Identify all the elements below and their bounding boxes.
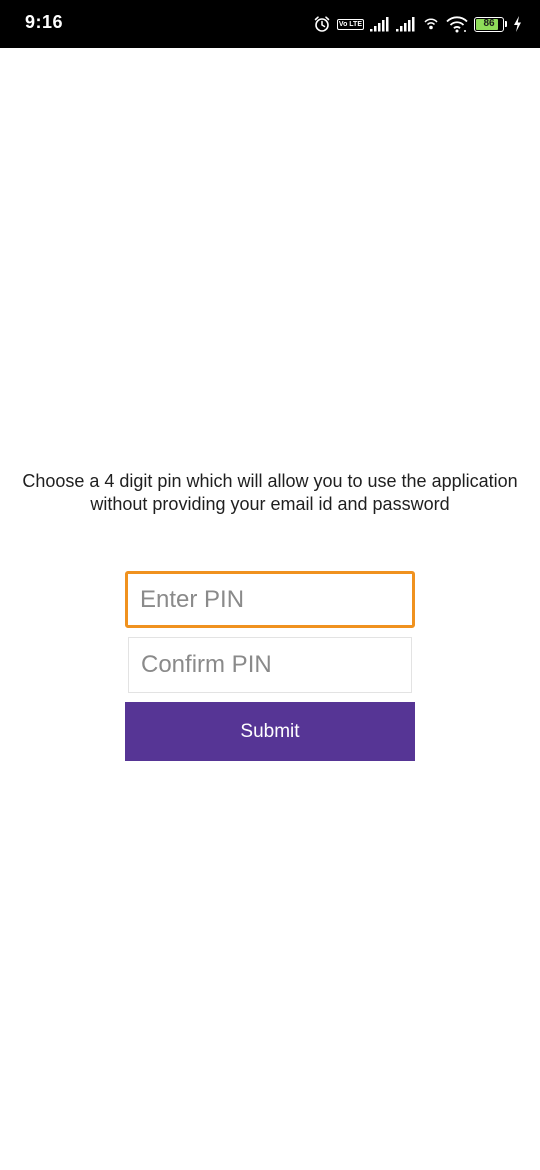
alarm-icon [313, 15, 331, 33]
volte-icon: Vo LTE [336, 18, 364, 30]
wifi-icon [446, 15, 468, 33]
battery-level: 86 [483, 18, 495, 29]
battery-icon: 86 [474, 16, 507, 32]
pin-instruction-text: Choose a 4 digit pin which will allow yo… [22, 471, 518, 514]
enter-pin-input[interactable] [125, 571, 415, 628]
confirm-pin-input[interactable] [128, 637, 412, 693]
battery-body: 86 [474, 16, 504, 32]
status-time: 9:16 [25, 12, 64, 32]
status-icons: Vo LTE 86 [313, 12, 522, 36]
signal-icon [370, 16, 390, 32]
volte-label: Vo LTE [336, 18, 364, 30]
submit-button[interactable]: Submit [125, 702, 415, 761]
battery-tip [505, 21, 507, 27]
hotspot-icon [422, 15, 440, 33]
status-bar: 9:16 Vo LTE 86 [0, 0, 540, 48]
signal-icon [396, 16, 416, 32]
charging-icon [513, 16, 522, 32]
